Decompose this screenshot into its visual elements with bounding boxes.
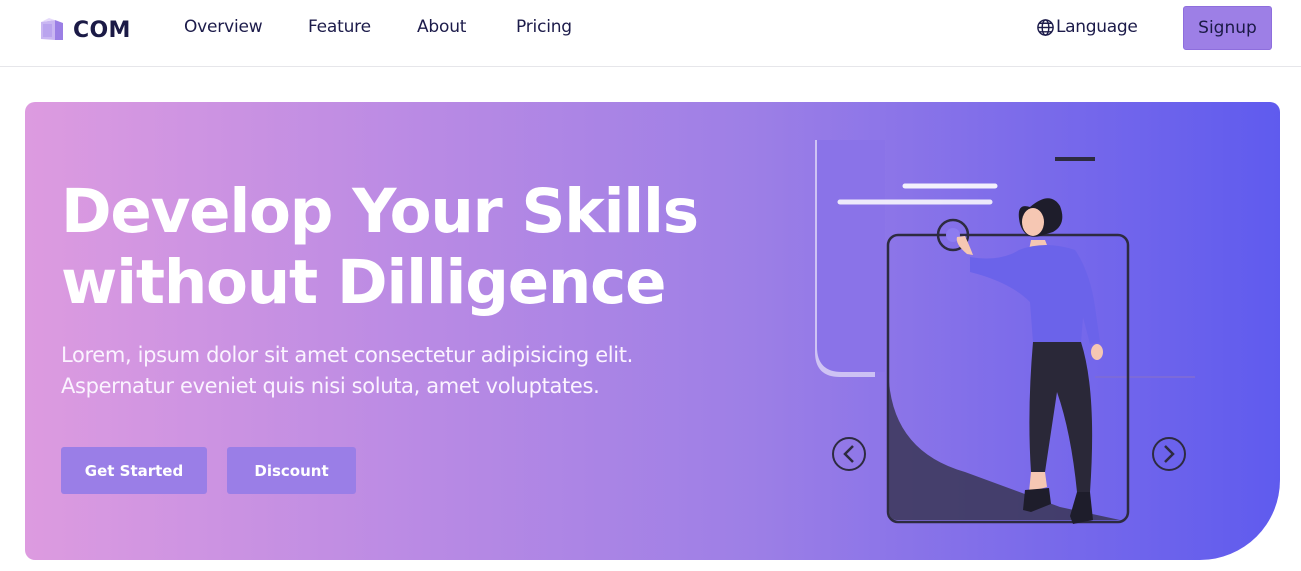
chevron-right-icon[interactable] xyxy=(1152,437,1186,471)
hero-title-line-2: without Dilligence xyxy=(61,247,666,318)
nav-overview[interactable]: Overview xyxy=(184,17,263,37)
nav-feature[interactable]: Feature xyxy=(308,17,371,37)
globe-icon xyxy=(1037,18,1054,36)
chevron-left-icon[interactable] xyxy=(832,437,866,471)
hero-title: Develop Your Skills without Dilligence xyxy=(61,176,761,318)
hero-banner: Develop Your Skills without Dilligence L… xyxy=(25,102,1280,560)
top-navbar: COM Overview Feature About Pricing Langu… xyxy=(0,0,1301,67)
nav-pricing[interactable]: Pricing xyxy=(516,17,572,37)
language-label: Language xyxy=(1056,17,1138,37)
get-started-button[interactable]: Get Started xyxy=(61,447,207,494)
hero-illustration xyxy=(815,140,1195,524)
hero-subtitle-line-2: Aspernatur eveniet quis nisi soluta, ame… xyxy=(61,374,600,398)
cube-logo-icon xyxy=(41,18,63,40)
hero-title-line-1: Develop Your Skills xyxy=(61,176,699,247)
signup-button[interactable]: Signup xyxy=(1183,6,1272,50)
nav-about[interactable]: About xyxy=(417,17,466,37)
brand-logo[interactable]: COM xyxy=(38,15,131,45)
hero-subtitle: Lorem, ipsum dolor sit amet consectetur … xyxy=(61,340,721,402)
language-selector[interactable]: Language xyxy=(1036,17,1138,37)
discount-button[interactable]: Discount xyxy=(227,447,356,494)
hero-subtitle-line-1: Lorem, ipsum dolor sit amet consectetur … xyxy=(61,343,633,367)
brand-name: COM xyxy=(73,17,131,43)
